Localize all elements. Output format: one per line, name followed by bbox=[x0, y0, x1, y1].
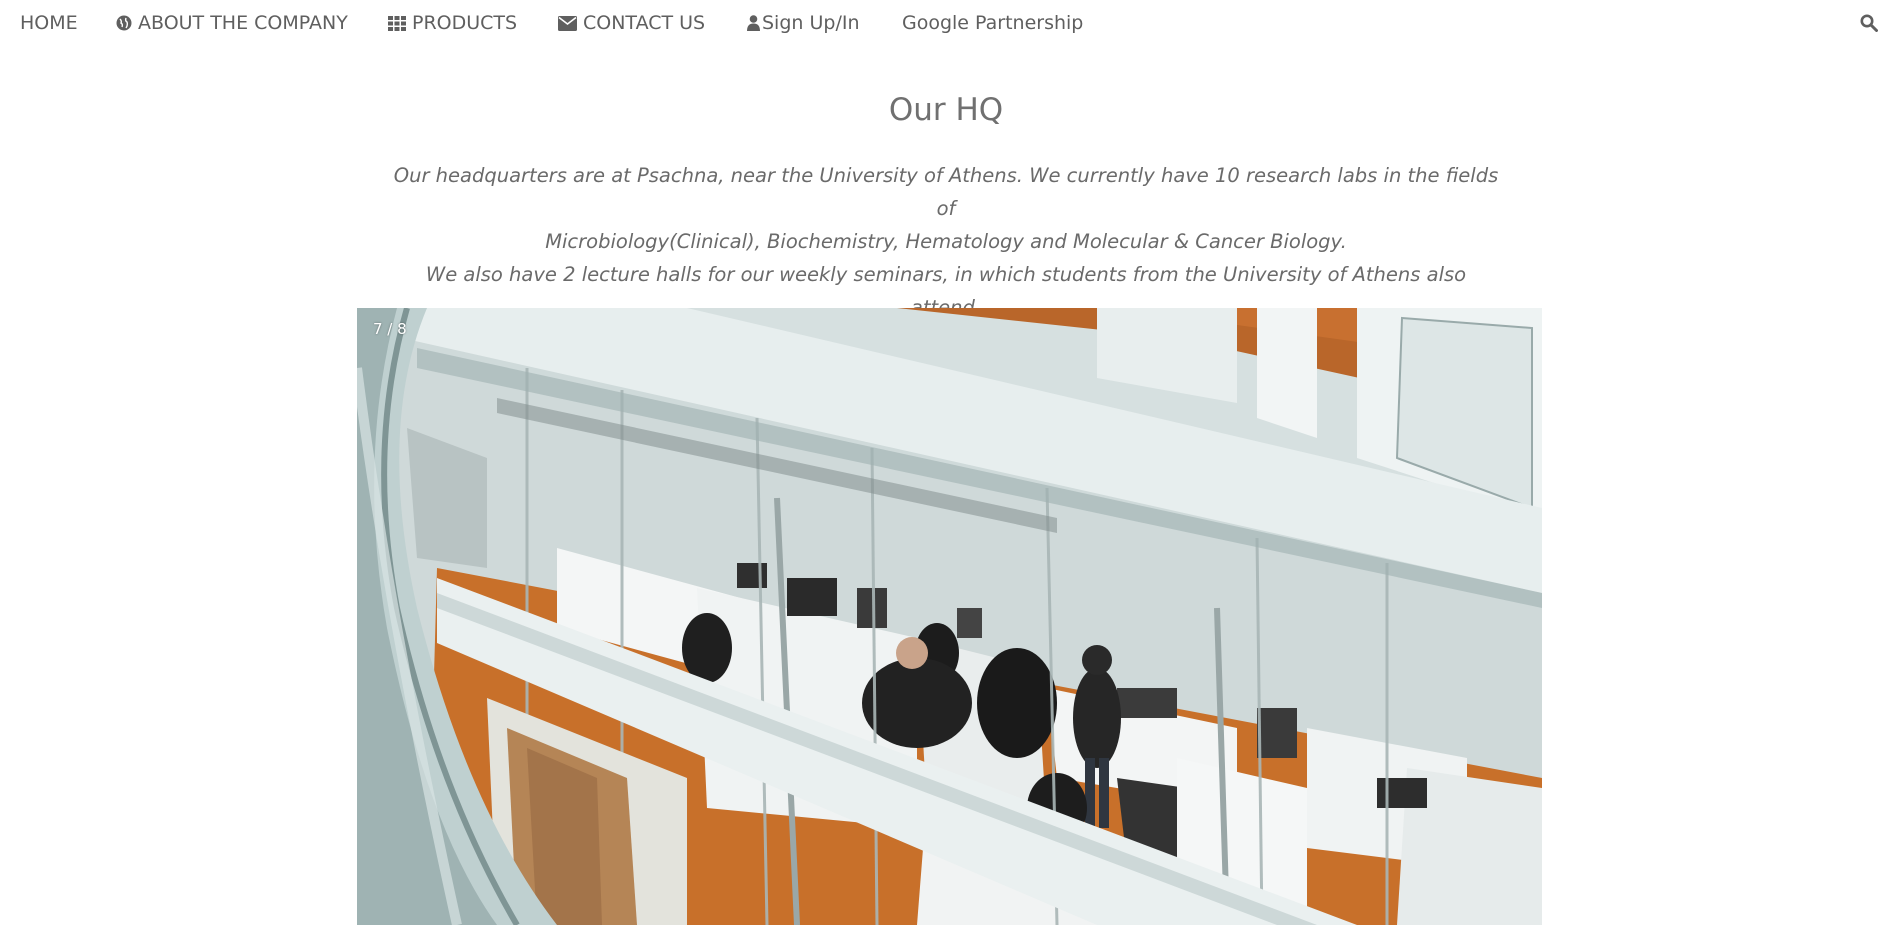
nav-signup-label: Sign Up/In bbox=[762, 12, 860, 34]
globe-icon bbox=[116, 15, 132, 31]
nav-signup[interactable]: Sign Up/In bbox=[747, 10, 860, 36]
nav-about-label: ABOUT THE COMPANY bbox=[138, 12, 348, 34]
description-line-1: Our headquarters are at Psachna, near th… bbox=[393, 164, 1499, 220]
top-navigation: HOME ABOUT THE COMPANY PRODUCTS CONTACT … bbox=[0, 0, 1892, 45]
user-icon bbox=[747, 15, 760, 31]
lab-photo bbox=[357, 308, 1542, 925]
nav-home[interactable]: HOME bbox=[20, 10, 78, 36]
section-description: Our headquarters are at Psachna, near th… bbox=[390, 159, 1502, 324]
nav-products-label: PRODUCTS bbox=[412, 12, 518, 34]
nav-contact[interactable]: CONTACT US bbox=[558, 10, 705, 36]
nav-contact-label: CONTACT US bbox=[583, 12, 706, 34]
envelope-icon bbox=[558, 15, 577, 31]
nav-about[interactable]: ABOUT THE COMPANY bbox=[116, 10, 348, 36]
search-icon[interactable] bbox=[1860, 14, 1878, 32]
photo-slideshow[interactable]: 7 / 8 bbox=[357, 308, 1542, 925]
section-title: Our HQ bbox=[888, 92, 1004, 128]
description-line-2: Microbiology(Clinical), Biochemistry, He… bbox=[545, 230, 1347, 253]
slide-counter: 7 / 8 bbox=[373, 320, 407, 338]
nav-google-partnership[interactable]: Google Partnership bbox=[902, 10, 1083, 36]
nav-home-label: HOME bbox=[20, 12, 78, 34]
nav-google-label: Google Partnership bbox=[902, 12, 1084, 34]
nav-products[interactable]: PRODUCTS bbox=[388, 10, 517, 36]
grid-icon bbox=[388, 15, 406, 31]
